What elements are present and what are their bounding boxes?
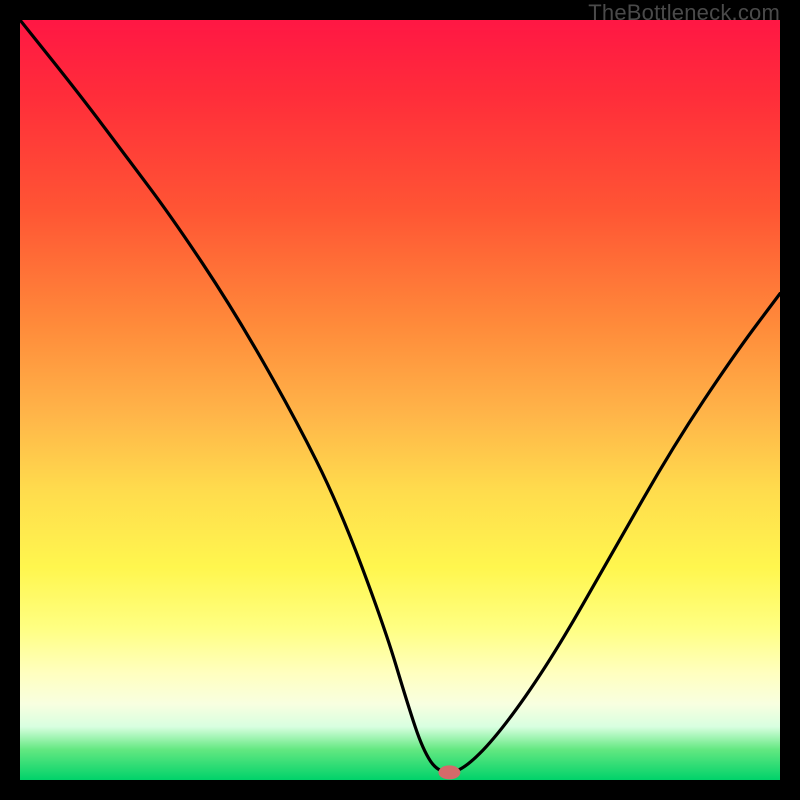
optimal-marker (438, 765, 460, 779)
chart-frame: TheBottleneck.com (0, 0, 800, 800)
plot-area (20, 20, 780, 780)
bottleneck-curve-svg (20, 20, 780, 780)
bottleneck-curve-path (20, 20, 780, 772)
